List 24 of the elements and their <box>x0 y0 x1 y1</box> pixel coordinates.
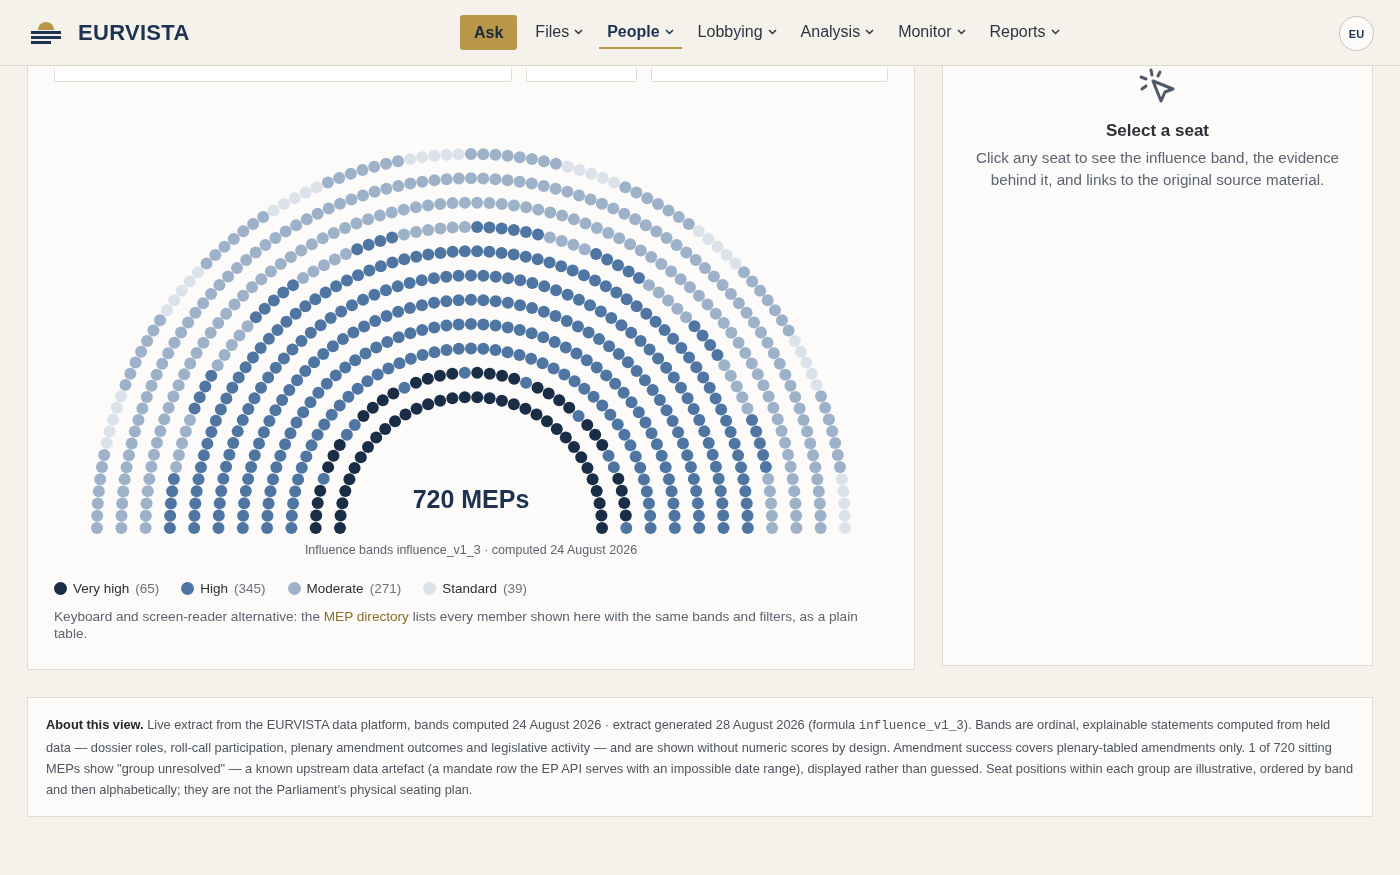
nav-menu[interactable]: Files <box>527 16 592 49</box>
about-text: About this view. Live extract from the EURVISTA data platform, bands computed 24 August 2026 · extract generated 28 August 2026 (formula influence_v1_3). Bands are ordinal, explainable statements computed from held data — dossier roles, roll-call participation, plenary amendment outcomes and legislative activity — and are shown without numeric scores by design. Amendment success covers plenary-tabled amendments only. 1 of 720 sitting MEPs show "group unresolved" — a known upstream data artefact (a mandate row the EP API serves with an impossible date range), displayed rather than guessed. Seat positions within each group are illustrative, ordered by band and then alphabetically; they are not the Parliament's physical seating plan. <box>46 716 1354 799</box>
legend-count: (345) <box>234 581 266 596</box>
legend-count: (39) <box>502 581 527 596</box>
nav-menu[interactable]: Lobbying <box>689 16 785 49</box>
nav-menu[interactable]: Analysis <box>792 16 883 49</box>
legend-count: (271) <box>369 581 402 596</box>
brand-name: EURVISTA <box>78 20 190 46</box>
nav-menu[interactable]: People <box>599 16 682 49</box>
ask-button[interactable]: Ask <box>460 15 518 50</box>
legend-label: Very high <box>73 581 130 596</box>
seat-total: 720 MEPs <box>412 485 530 514</box>
nav-menu[interactable]: Monitor <box>890 16 974 49</box>
directory-link[interactable]: MEP directory <box>323 609 409 624</box>
legend-label: Standard <box>442 581 497 596</box>
accessibility-note: Keyboard and screen-reader alternative: the MEP directory lists every member shown here with the same bands and filters, as a plain table. <box>54 608 859 642</box>
detail-title: Select a seat <box>1106 121 1209 141</box>
account-avatar[interactable]: EU <box>1339 16 1374 51</box>
legend-label: High <box>200 581 229 596</box>
detail-text: Click any seat to see the influence band, the evidence behind it, and links to the original source material. <box>974 148 1340 190</box>
legend-label: Moderate <box>306 581 364 596</box>
nav-menu[interactable]: Reports <box>981 16 1068 49</box>
legend-count: (65) <box>135 581 160 596</box>
chart-caption: Influence bands influence_v1_3 · computed 24 August 2026 <box>303 543 639 557</box>
